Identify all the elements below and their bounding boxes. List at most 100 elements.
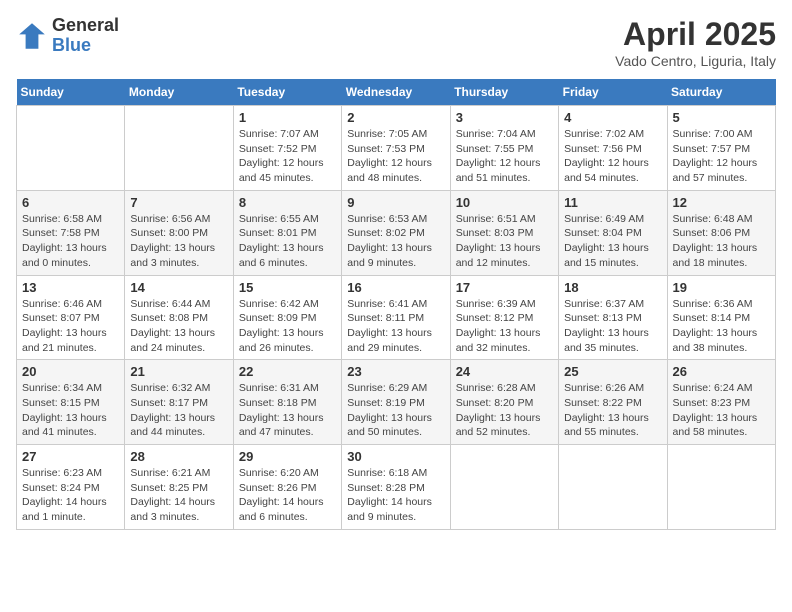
day-number: 24 xyxy=(456,364,553,379)
day-number: 14 xyxy=(130,280,227,295)
calendar-cell: 11 Sunrise: 6:49 AM Sunset: 8:04 PM Dayli… xyxy=(559,190,667,275)
day-info: Sunrise: 6:18 AM Sunset: 8:28 PM Dayligh… xyxy=(347,466,444,525)
calendar-cell: 14Sunrise: 6:44 AM Sunset: 8:08 PM Dayli… xyxy=(125,275,233,360)
day-number: 21 xyxy=(130,364,227,379)
day-info: Sunrise: 7:02 AM Sunset: 7:56 PM Dayligh… xyxy=(564,127,661,186)
calendar-cell xyxy=(17,106,125,191)
calendar-week-row: 20 Sunrise: 6:34 AM Sunset: 8:15 PM Dayli… xyxy=(17,360,776,445)
calendar-title: April 2025 xyxy=(615,16,776,53)
calendar-cell: 30 Sunrise: 6:18 AM Sunset: 8:28 PM Dayli… xyxy=(342,445,450,530)
day-number: 29 xyxy=(239,449,336,464)
day-info: Sunrise: 6:49 AM Sunset: 8:04 PM Dayligh… xyxy=(564,212,661,271)
day-number: 25 xyxy=(564,364,661,379)
day-info: Sunrise: 6:32 AM Sunset: 8:17 PM Dayligh… xyxy=(130,381,227,440)
weekday-header-wednesday: Wednesday xyxy=(342,79,450,106)
calendar-cell: 22 Sunrise: 6:31 AM Sunset: 8:18 PM Dayli… xyxy=(233,360,341,445)
calendar-cell: 10 Sunrise: 6:51 AM Sunset: 8:03 PM Dayli… xyxy=(450,190,558,275)
day-number: 26 xyxy=(673,364,770,379)
logo: General Blue xyxy=(16,16,119,56)
day-info: Sunrise: 6:37 AM Sunset: 8:13 PM Dayligh… xyxy=(564,297,661,356)
calendar-cell: 21 Sunrise: 6:32 AM Sunset: 8:17 PM Dayli… xyxy=(125,360,233,445)
day-number: 18 xyxy=(564,280,661,295)
day-number: 13 xyxy=(22,280,119,295)
calendar-cell: 2 Sunrise: 7:05 AM Sunset: 7:53 PM Daylig… xyxy=(342,106,450,191)
day-info: Sunrise: 6:51 AM Sunset: 8:03 PM Dayligh… xyxy=(456,212,553,271)
calendar-cell: 5Sunrise: 7:00 AM Sunset: 7:57 PM Daylig… xyxy=(667,106,775,191)
calendar-cell xyxy=(559,445,667,530)
day-number: 1 xyxy=(239,110,336,125)
day-info: Sunrise: 6:39 AM Sunset: 8:12 PM Dayligh… xyxy=(456,297,553,356)
day-number: 22 xyxy=(239,364,336,379)
calendar-cell: 25 Sunrise: 6:26 AM Sunset: 8:22 PM Dayli… xyxy=(559,360,667,445)
weekday-header-sunday: Sunday xyxy=(17,79,125,106)
day-info: Sunrise: 6:34 AM Sunset: 8:15 PM Dayligh… xyxy=(22,381,119,440)
calendar-cell: 24 Sunrise: 6:28 AM Sunset: 8:20 PM Dayli… xyxy=(450,360,558,445)
day-info: Sunrise: 6:56 AM Sunset: 8:00 PM Dayligh… xyxy=(130,212,227,271)
day-info: Sunrise: 6:58 AM Sunset: 7:58 PM Dayligh… xyxy=(22,212,119,271)
day-info: Sunrise: 6:21 AM Sunset: 8:25 PM Dayligh… xyxy=(130,466,227,525)
weekday-header-monday: Monday xyxy=(125,79,233,106)
day-number: 4 xyxy=(564,110,661,125)
calendar-cell: 6 Sunrise: 6:58 AM Sunset: 7:58 PM Daylig… xyxy=(17,190,125,275)
calendar-cell: 29 Sunrise: 6:20 AM Sunset: 8:26 PM Dayli… xyxy=(233,445,341,530)
day-info: Sunrise: 6:26 AM Sunset: 8:22 PM Dayligh… xyxy=(564,381,661,440)
weekday-header-thursday: Thursday xyxy=(450,79,558,106)
day-number: 8 xyxy=(239,195,336,210)
day-info: Sunrise: 6:28 AM Sunset: 8:20 PM Dayligh… xyxy=(456,381,553,440)
day-number: 28 xyxy=(130,449,227,464)
day-info: Sunrise: 7:05 AM Sunset: 7:53 PM Dayligh… xyxy=(347,127,444,186)
day-number: 2 xyxy=(347,110,444,125)
calendar-cell xyxy=(125,106,233,191)
day-number: 6 xyxy=(22,195,119,210)
calendar-cell: 13 Sunrise: 6:46 AM Sunset: 8:07 PM Dayli… xyxy=(17,275,125,360)
calendar-week-row: 6 Sunrise: 6:58 AM Sunset: 7:58 PM Daylig… xyxy=(17,190,776,275)
day-info: Sunrise: 6:36 AM Sunset: 8:14 PM Dayligh… xyxy=(673,297,770,356)
day-number: 30 xyxy=(347,449,444,464)
calendar-cell: 8 Sunrise: 6:55 AM Sunset: 8:01 PM Daylig… xyxy=(233,190,341,275)
day-number: 10 xyxy=(456,195,553,210)
calendar-cell: 9 Sunrise: 6:53 AM Sunset: 8:02 PM Daylig… xyxy=(342,190,450,275)
day-number: 17 xyxy=(456,280,553,295)
calendar-cell: 26 Sunrise: 6:24 AM Sunset: 8:23 PM Dayli… xyxy=(667,360,775,445)
calendar-week-row: 13 Sunrise: 6:46 AM Sunset: 8:07 PM Dayli… xyxy=(17,275,776,360)
day-info: Sunrise: 6:23 AM Sunset: 8:24 PM Dayligh… xyxy=(22,466,119,525)
day-info: Sunrise: 7:04 AM Sunset: 7:55 PM Dayligh… xyxy=(456,127,553,186)
calendar-cell: 17 Sunrise: 6:39 AM Sunset: 8:12 PM Dayli… xyxy=(450,275,558,360)
calendar-subtitle: Vado Centro, Liguria, Italy xyxy=(615,53,776,69)
day-info: Sunrise: 6:42 AM Sunset: 8:09 PM Dayligh… xyxy=(239,297,336,356)
day-number: 19 xyxy=(673,280,770,295)
calendar-cell: 7 Sunrise: 6:56 AM Sunset: 8:00 PM Daylig… xyxy=(125,190,233,275)
weekday-header-row: SundayMondayTuesdayWednesdayThursdayFrid… xyxy=(17,79,776,106)
calendar-cell: 16Sunrise: 6:41 AM Sunset: 8:11 PM Dayli… xyxy=(342,275,450,360)
day-number: 27 xyxy=(22,449,119,464)
logo-blue-text: Blue xyxy=(52,36,119,56)
day-number: 5 xyxy=(673,110,770,125)
day-info: Sunrise: 6:53 AM Sunset: 8:02 PM Dayligh… xyxy=(347,212,444,271)
calendar-cell: 20 Sunrise: 6:34 AM Sunset: 8:15 PM Dayli… xyxy=(17,360,125,445)
day-info: Sunrise: 6:20 AM Sunset: 8:26 PM Dayligh… xyxy=(239,466,336,525)
calendar-cell xyxy=(667,445,775,530)
calendar-week-row: 1Sunrise: 7:07 AM Sunset: 7:52 PM Daylig… xyxy=(17,106,776,191)
day-number: 7 xyxy=(130,195,227,210)
day-number: 20 xyxy=(22,364,119,379)
day-info: Sunrise: 6:46 AM Sunset: 8:07 PM Dayligh… xyxy=(22,297,119,356)
day-number: 9 xyxy=(347,195,444,210)
day-number: 23 xyxy=(347,364,444,379)
day-number: 11 xyxy=(564,195,661,210)
day-info: Sunrise: 6:55 AM Sunset: 8:01 PM Dayligh… xyxy=(239,212,336,271)
logo-icon xyxy=(16,20,48,52)
calendar-cell: 18 Sunrise: 6:37 AM Sunset: 8:13 PM Dayli… xyxy=(559,275,667,360)
calendar-week-row: 27 Sunrise: 6:23 AM Sunset: 8:24 PM Dayli… xyxy=(17,445,776,530)
day-info: Sunrise: 6:31 AM Sunset: 8:18 PM Dayligh… xyxy=(239,381,336,440)
calendar-cell: 12Sunrise: 6:48 AM Sunset: 8:06 PM Dayli… xyxy=(667,190,775,275)
day-info: Sunrise: 6:24 AM Sunset: 8:23 PM Dayligh… xyxy=(673,381,770,440)
day-info: Sunrise: 6:29 AM Sunset: 8:19 PM Dayligh… xyxy=(347,381,444,440)
calendar-table: SundayMondayTuesdayWednesdayThursdayFrid… xyxy=(16,79,776,530)
calendar-cell: 23 Sunrise: 6:29 AM Sunset: 8:19 PM Dayli… xyxy=(342,360,450,445)
calendar-cell: 15Sunrise: 6:42 AM Sunset: 8:09 PM Dayli… xyxy=(233,275,341,360)
day-number: 3 xyxy=(456,110,553,125)
title-area: April 2025 Vado Centro, Liguria, Italy xyxy=(615,16,776,69)
calendar-cell xyxy=(450,445,558,530)
logo-general-text: General xyxy=(52,16,119,36)
weekday-header-saturday: Saturday xyxy=(667,79,775,106)
